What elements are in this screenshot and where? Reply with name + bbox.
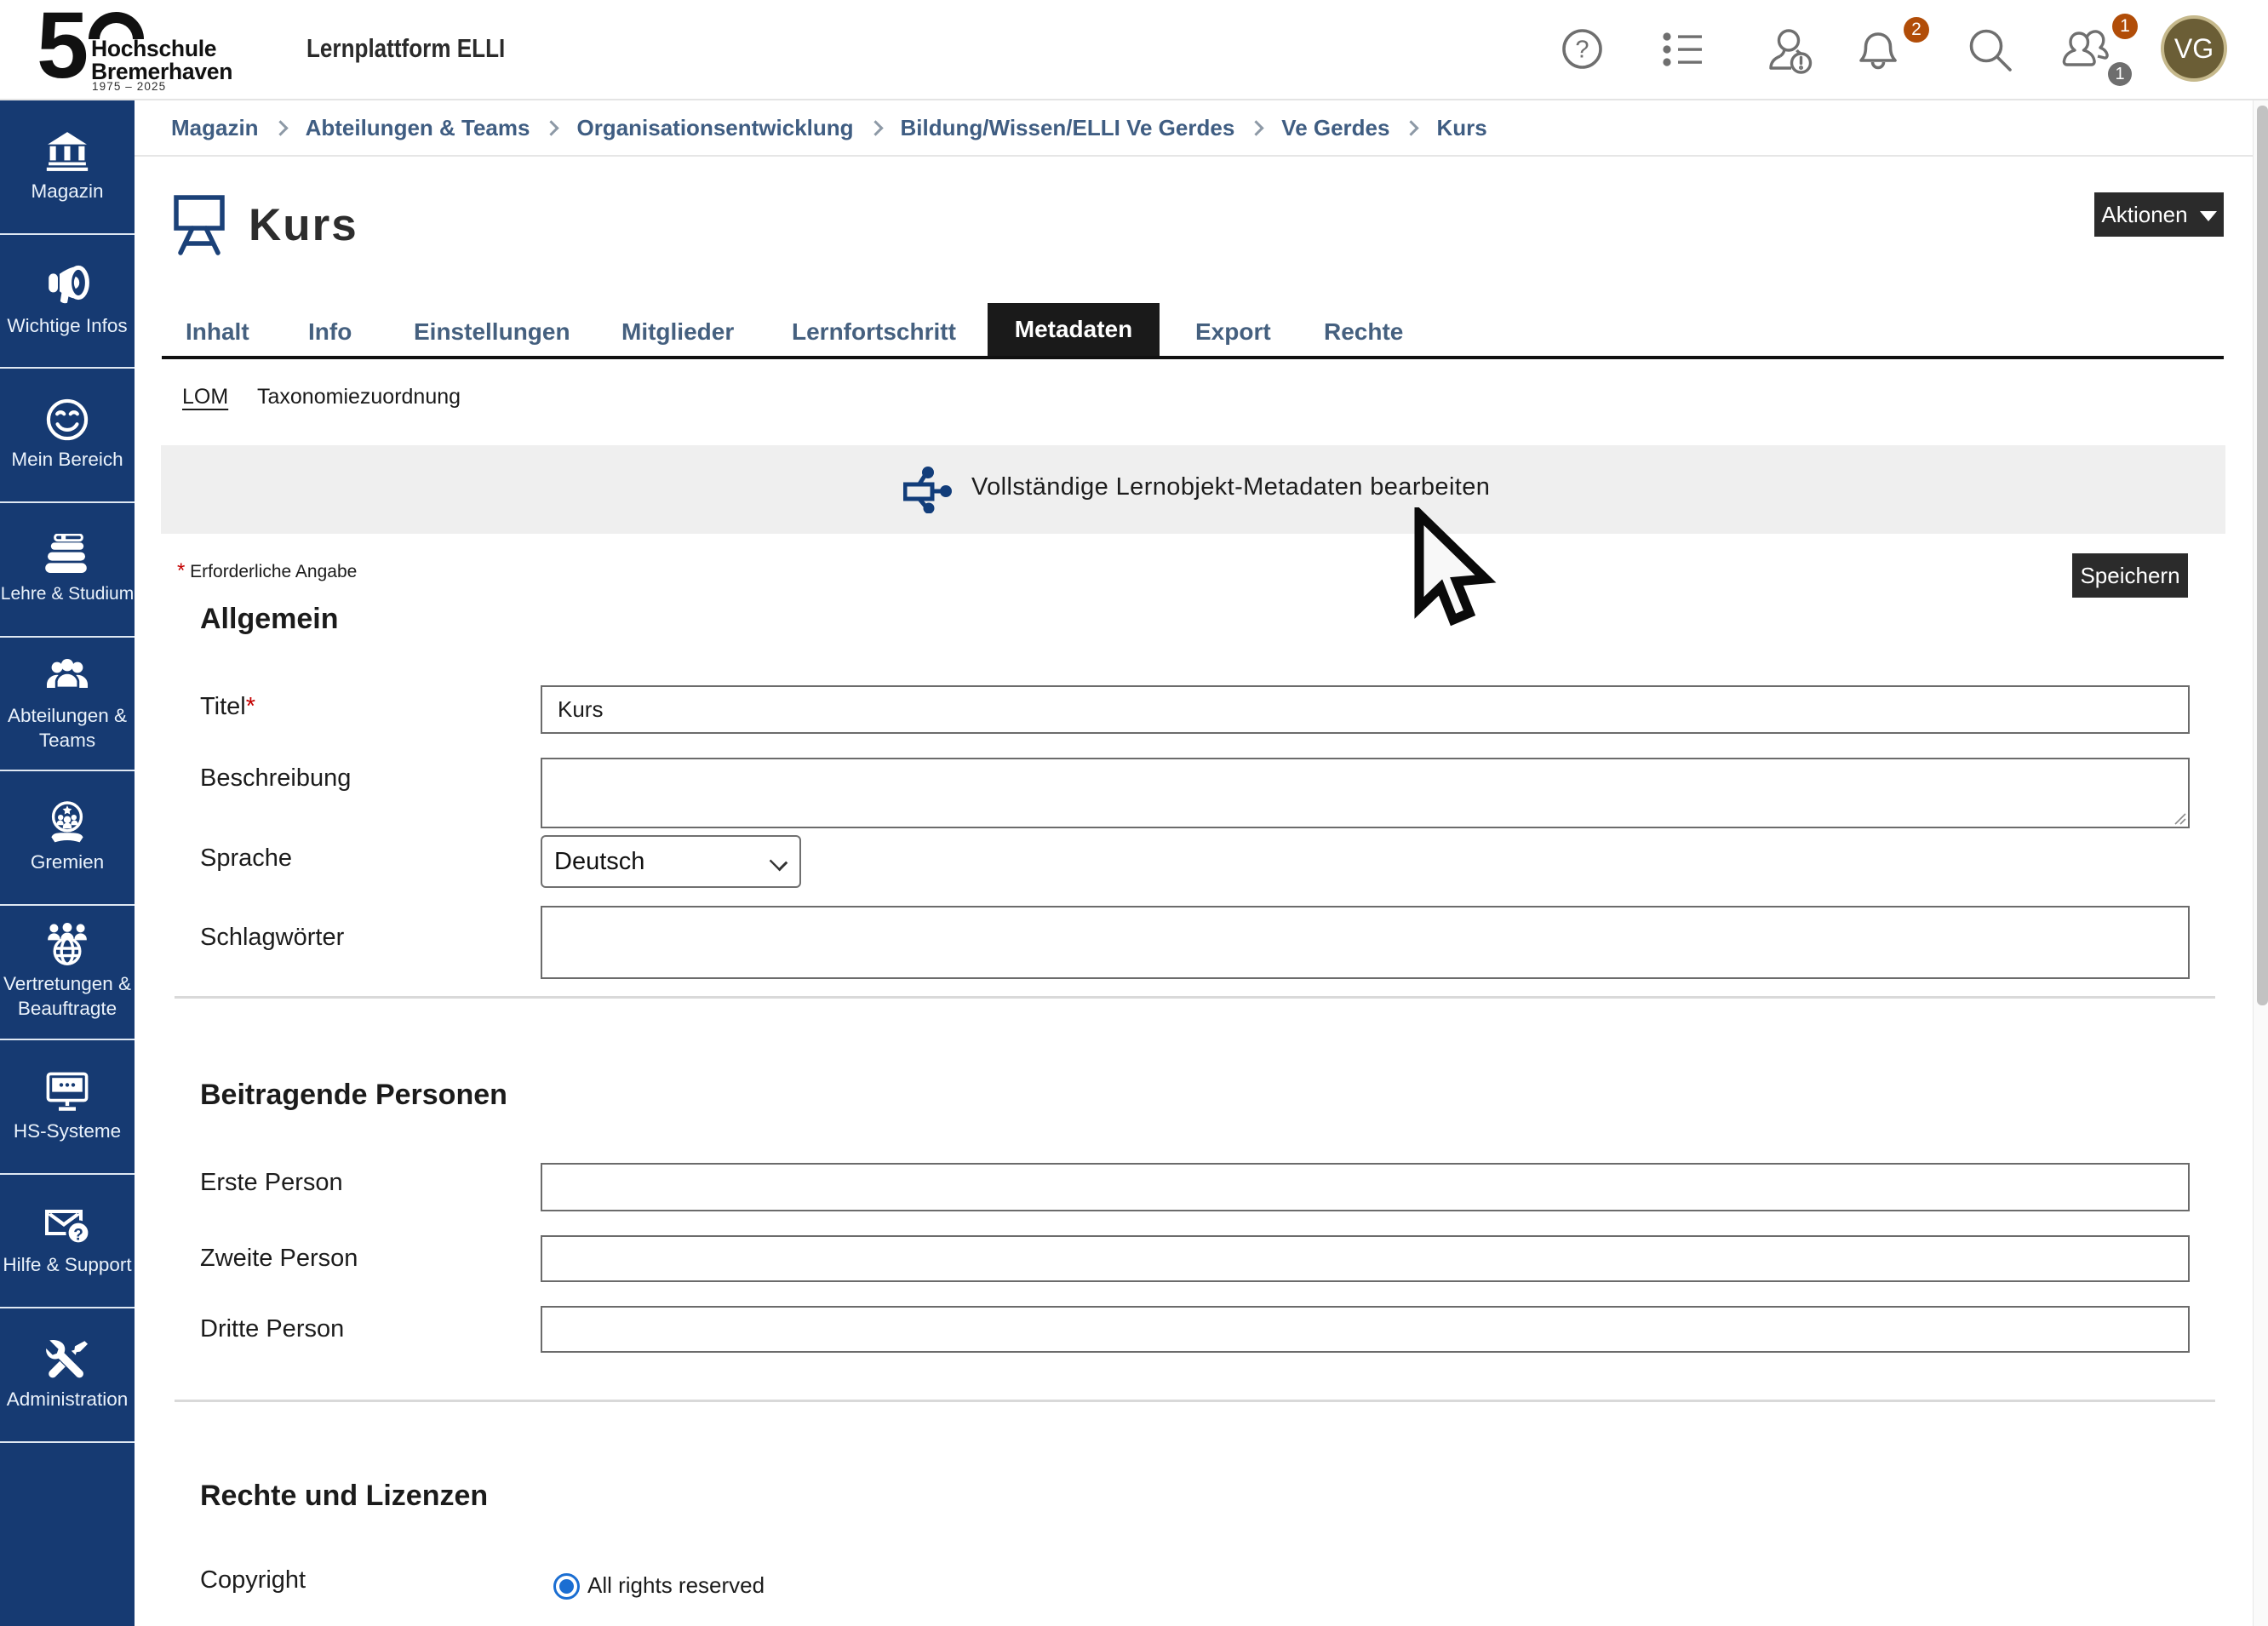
svg-text:Hochschule: Hochschule [91,36,216,61]
svg-text:?: ? [1575,37,1589,64]
svg-text:?: ? [73,1227,83,1244]
svg-text:5: 5 [38,9,89,98]
svg-text:1975 – 2025: 1975 – 2025 [92,80,166,93]
